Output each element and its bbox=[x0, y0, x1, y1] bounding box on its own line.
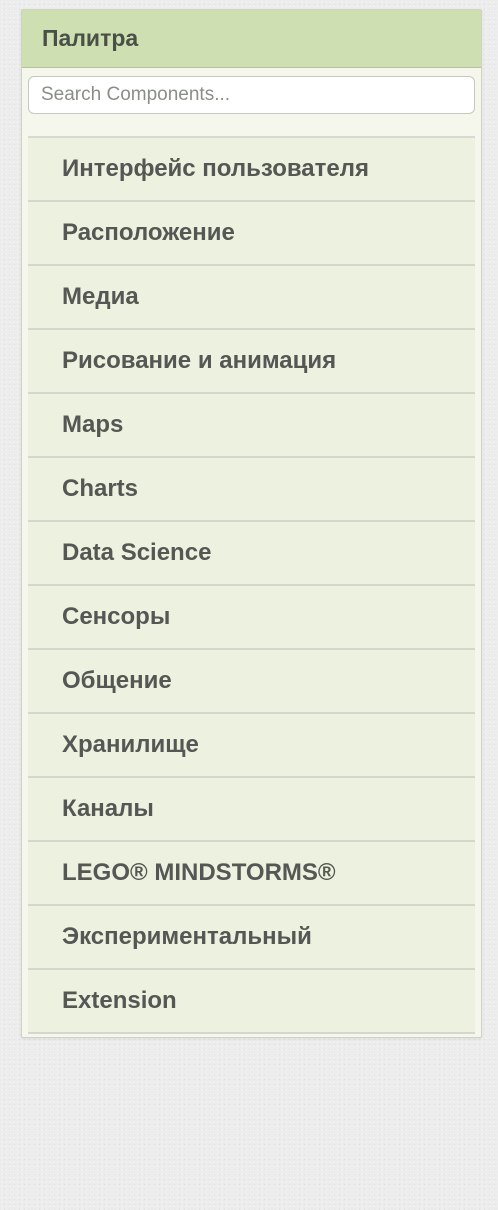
category-drawing-animation[interactable]: Рисование и анимация bbox=[28, 330, 475, 394]
category-sensors[interactable]: Сенсоры bbox=[28, 586, 475, 650]
category-label: Рисование и анимация bbox=[62, 347, 337, 374]
category-social[interactable]: Общение bbox=[28, 650, 475, 714]
category-label: Интерфейс пользователя bbox=[62, 155, 369, 182]
category-charts[interactable]: Charts bbox=[28, 458, 475, 522]
category-storage[interactable]: Хранилище bbox=[28, 714, 475, 778]
category-label: Сенсоры bbox=[62, 603, 171, 630]
palette-panel: Палитра Интерфейс пользователя Расположе… bbox=[21, 9, 482, 1038]
category-list: Интерфейс пользователя Расположение Меди… bbox=[28, 138, 475, 1034]
category-label: Каналы bbox=[62, 795, 154, 822]
category-connectivity[interactable]: Каналы bbox=[28, 778, 475, 842]
palette-header: Палитра bbox=[22, 10, 481, 68]
category-lego-mindstorms[interactable]: LEGO® MINDSTORMS® bbox=[28, 842, 475, 906]
category-label: Charts bbox=[62, 475, 139, 502]
category-experimental[interactable]: Экспериментальный bbox=[28, 906, 475, 970]
category-label: Data Science bbox=[62, 539, 212, 566]
search-container bbox=[22, 68, 481, 120]
category-label: Медиа bbox=[62, 283, 139, 310]
category-label: Расположение bbox=[62, 219, 235, 246]
category-data-science[interactable]: Data Science bbox=[28, 522, 475, 586]
category-label: LEGO® MINDSTORMS® bbox=[62, 859, 336, 886]
category-label: Хранилище bbox=[62, 731, 199, 758]
palette-title: Палитра bbox=[42, 25, 139, 51]
category-layout[interactable]: Расположение bbox=[28, 202, 475, 266]
search-components-input[interactable] bbox=[28, 76, 475, 114]
category-user-interface[interactable]: Интерфейс пользователя bbox=[28, 138, 475, 202]
category-label: Extension bbox=[62, 987, 177, 1014]
category-maps[interactable]: Maps bbox=[28, 394, 475, 458]
category-label: Общение bbox=[62, 667, 172, 694]
category-extension[interactable]: Extension bbox=[28, 970, 475, 1034]
category-label: Maps bbox=[62, 411, 124, 438]
category-media[interactable]: Медиа bbox=[28, 266, 475, 330]
category-label: Экспериментальный bbox=[62, 923, 312, 950]
